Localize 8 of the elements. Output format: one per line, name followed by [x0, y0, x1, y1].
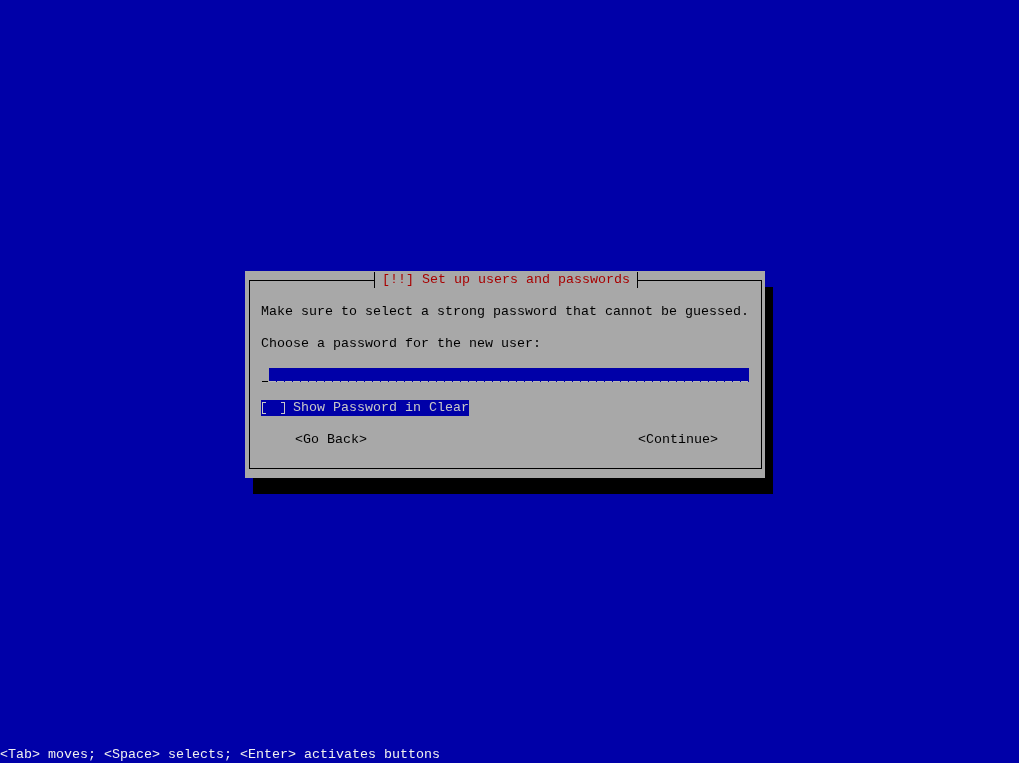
password-field[interactable] — [261, 368, 749, 384]
prompt-text: Choose a password for the new user: — [261, 336, 542, 352]
help-line: <Tab> moves; <Space> selects; <Enter> activates buttons — [0, 747, 441, 763]
show-password-checkbox[interactable]: Show Password in Clear — [261, 400, 469, 416]
dialog-button[interactable]: <Go Back> — [295, 432, 367, 448]
dialog-button[interactable]: <Continue> — [638, 432, 718, 448]
dialog-title: [!!] Set up users and passwords — [374, 272, 638, 288]
message-text: Make sure to select a strong password that cannot be guessed. — [261, 304, 750, 320]
